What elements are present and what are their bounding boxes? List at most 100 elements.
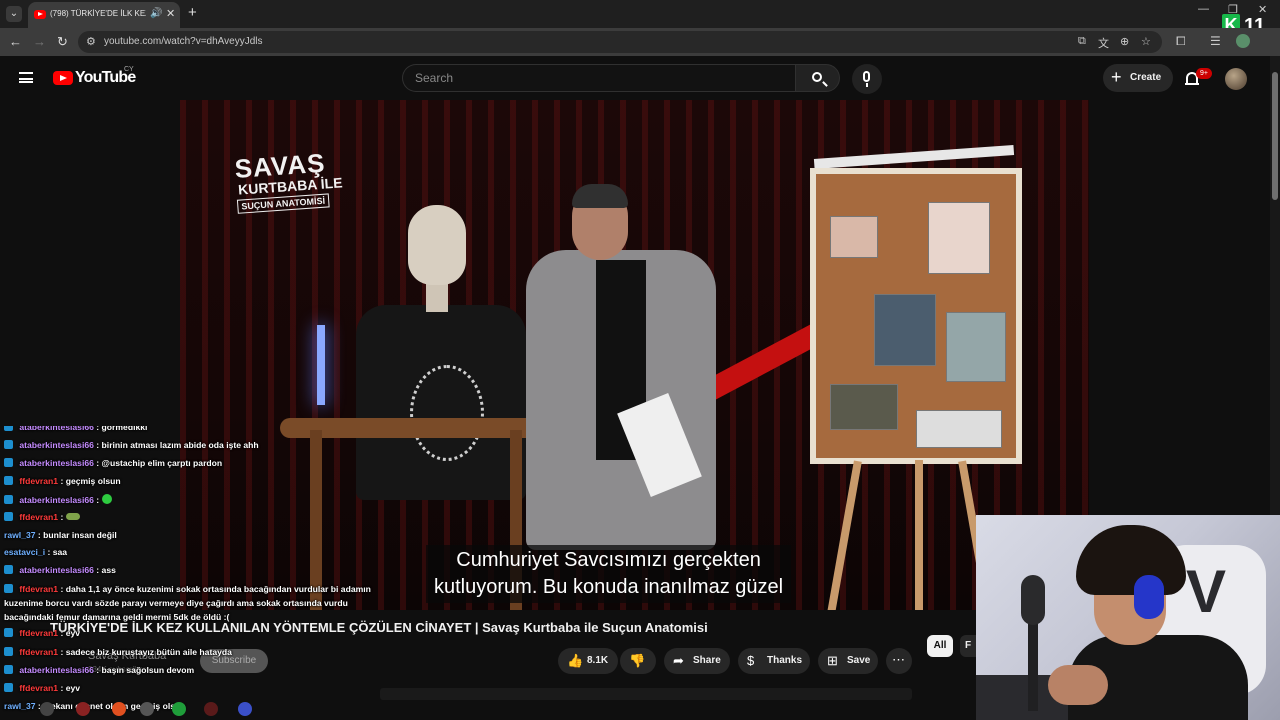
share-icon: ➦ (673, 653, 684, 668)
speaker-icon[interactable]: 🔊 (150, 8, 162, 19)
taskbar-app-icon[interactable] (40, 702, 54, 716)
chat-message: esatavci_i : saa (4, 547, 67, 557)
create-label: Create (1130, 72, 1162, 83)
filter-chip-next[interactable]: F (960, 635, 976, 657)
chat-message: ataberkinteslasi66 : (4, 494, 112, 505)
chat-username: ataberkinteslasi66 (17, 495, 94, 505)
menu-icon[interactable] (19, 72, 33, 83)
caption-line-1: Cumhuriyet Savcısımızı gerçekten (456, 549, 761, 571)
youtube-header: YouTube CY + Create 9+ (0, 56, 1270, 100)
mannequin-head (408, 205, 466, 285)
chat-username: ffdevran1 (17, 584, 59, 594)
chat-username: ffdevran1 (17, 628, 59, 638)
chat-message: ffdevran1 : daha 1,1 ay önce kuzenimi so… (4, 582, 382, 624)
thumbs-up-icon: 👍 (567, 653, 584, 668)
omnibox[interactable]: ⚙ youtube.com/watch?v=dhAveyyJdls ⧉ 文 ⊕ … (78, 31, 1162, 53)
taskbar-app-icon[interactable] (172, 702, 186, 716)
chat-message: ffdevran1 : eyv (4, 683, 80, 693)
minimize-icon[interactable]: — (1198, 3, 1209, 15)
streamer-hair (1076, 525, 1186, 595)
chat-message: ffdevran1 : (4, 512, 80, 522)
search-input[interactable] (413, 70, 777, 86)
dislike-button[interactable]: 👎 (620, 648, 656, 674)
chat-message: ffdevran1 : sadece biz kuruştayız bütün … (4, 647, 232, 657)
platform-badge-icon (4, 628, 13, 637)
platform-badge-icon (4, 665, 13, 674)
description-box[interactable] (380, 688, 912, 700)
share-button[interactable]: ➦ Share (664, 648, 730, 674)
green-emote-icon (101, 494, 112, 504)
browser-tab-bar: ⌄ (798) TÜRKİYE'DE İLK KEZ K 🔊 ✕ + — ❐ ✕ (0, 0, 1280, 28)
save-button[interactable]: ⊞ Save (818, 648, 878, 674)
caption-line-2: kutluyorum. Bu konuda inanılmaz güzel (434, 576, 784, 598)
chat-text: : daha 1,1 ay önce kuzenimi sokak ortası… (4, 584, 371, 622)
chat-username: ataberkinteslasi66 (17, 565, 94, 575)
chat-text: : bunlar insan değil (35, 530, 117, 540)
reading-list-icon[interactable]: ☰ (1210, 34, 1221, 48)
like-button[interactable]: 👍 8.1K (558, 648, 618, 674)
new-tab-icon[interactable]: + (188, 4, 197, 21)
chat-username: rawl_37 (4, 701, 36, 711)
video-captions: Cumhuriyet Savcısımızı gerçekten kutluyo… (426, 545, 792, 603)
site-info-icon[interactable]: ⚙ (86, 35, 96, 48)
platform-badge-icon (4, 512, 13, 521)
studio-light (317, 325, 325, 405)
back-icon[interactable]: ← (9, 34, 22, 49)
forward-icon[interactable]: → (33, 34, 46, 49)
extensions-icon[interactable]: ⧠ (1176, 34, 1186, 49)
filter-chip-all[interactable]: All (927, 635, 953, 657)
taskbar-icons (40, 700, 300, 718)
chat-message: rawl_37 : bunlar insan değil (4, 530, 117, 540)
save-icon: ⊞ (827, 653, 838, 668)
tab-search-icon[interactable]: ⌄ (6, 6, 22, 22)
thanks-icon: $ (747, 653, 755, 668)
taskbar-app-icon[interactable] (76, 702, 90, 716)
chat-username: ataberkinteslasi66 (17, 440, 94, 450)
country-code: CY (124, 66, 134, 73)
taskbar-app-icon[interactable] (140, 702, 154, 716)
chat-message: ataberkinteslasi66 : birinin atması lazı… (4, 440, 259, 450)
scrollbar-thumb[interactable] (1272, 72, 1278, 200)
headset-icon (1134, 575, 1164, 619)
chat-username: ffdevran1 (17, 476, 59, 486)
chat-username: ataberkinteslasi66 (17, 426, 94, 432)
create-button[interactable]: + Create (1103, 64, 1173, 92)
save-label: Save (847, 655, 871, 666)
show-logo: SAVAŞ KURTBABA İLE SUÇUN ANATOMİSİ (234, 146, 349, 224)
platform-badge-icon (4, 683, 13, 692)
account-avatar[interactable] (1225, 68, 1247, 90)
youtube-favicon-icon (34, 10, 46, 19)
more-icon[interactable]: ⋯ (886, 648, 912, 674)
chat-username: esatavci_i (4, 547, 46, 557)
microphone-icon (863, 71, 870, 82)
taskbar-app-icon[interactable] (238, 702, 252, 716)
chat-username: ffdevran1 (17, 683, 59, 693)
chat-username: ataberkinteslasi66 (17, 665, 94, 675)
taskbar-app-icon[interactable] (112, 702, 126, 716)
evidence-note (916, 410, 1002, 448)
bookmark-star-icon[interactable]: ☆ (1141, 35, 1151, 48)
streamer-hand (1048, 665, 1108, 705)
thanks-button[interactable]: $ Thanks (738, 648, 810, 674)
chat-text: : birinin atması lazım abide oda işte ah… (93, 440, 259, 450)
taskbar-app-icon[interactable] (204, 702, 218, 716)
search-button[interactable] (795, 64, 840, 92)
mic-arm (1028, 611, 1038, 711)
youtube-logo-icon[interactable] (53, 71, 73, 85)
like-count: 8.1K (587, 655, 609, 666)
reload-icon[interactable]: ↻ (57, 34, 68, 50)
zoom-icon[interactable]: ⊕ (1120, 35, 1129, 48)
chat-text: : saa (45, 547, 68, 557)
close-tab-icon[interactable]: ✕ (166, 7, 175, 20)
url-text[interactable]: youtube.com/watch?v=dhAveyyJdls (104, 36, 263, 47)
stream-chat-overlay: ataberkinteslasi66 : gormedikki ataberki… (0, 426, 383, 720)
browser-profile-avatar[interactable] (1236, 34, 1250, 48)
share-label: Share (693, 655, 721, 666)
cast-icon[interactable]: ⧉ (1078, 35, 1086, 48)
voice-search-button[interactable] (852, 64, 882, 94)
translate-icon[interactable]: 文 (1098, 35, 1109, 51)
browser-tab[interactable]: (798) TÜRKİYE'DE İLK KEZ K 🔊 ✕ (28, 2, 180, 28)
frog-emote-icon (65, 513, 80, 520)
chat-message: ataberkinteslasi66 : ass (4, 565, 116, 575)
search-box[interactable] (402, 64, 795, 92)
